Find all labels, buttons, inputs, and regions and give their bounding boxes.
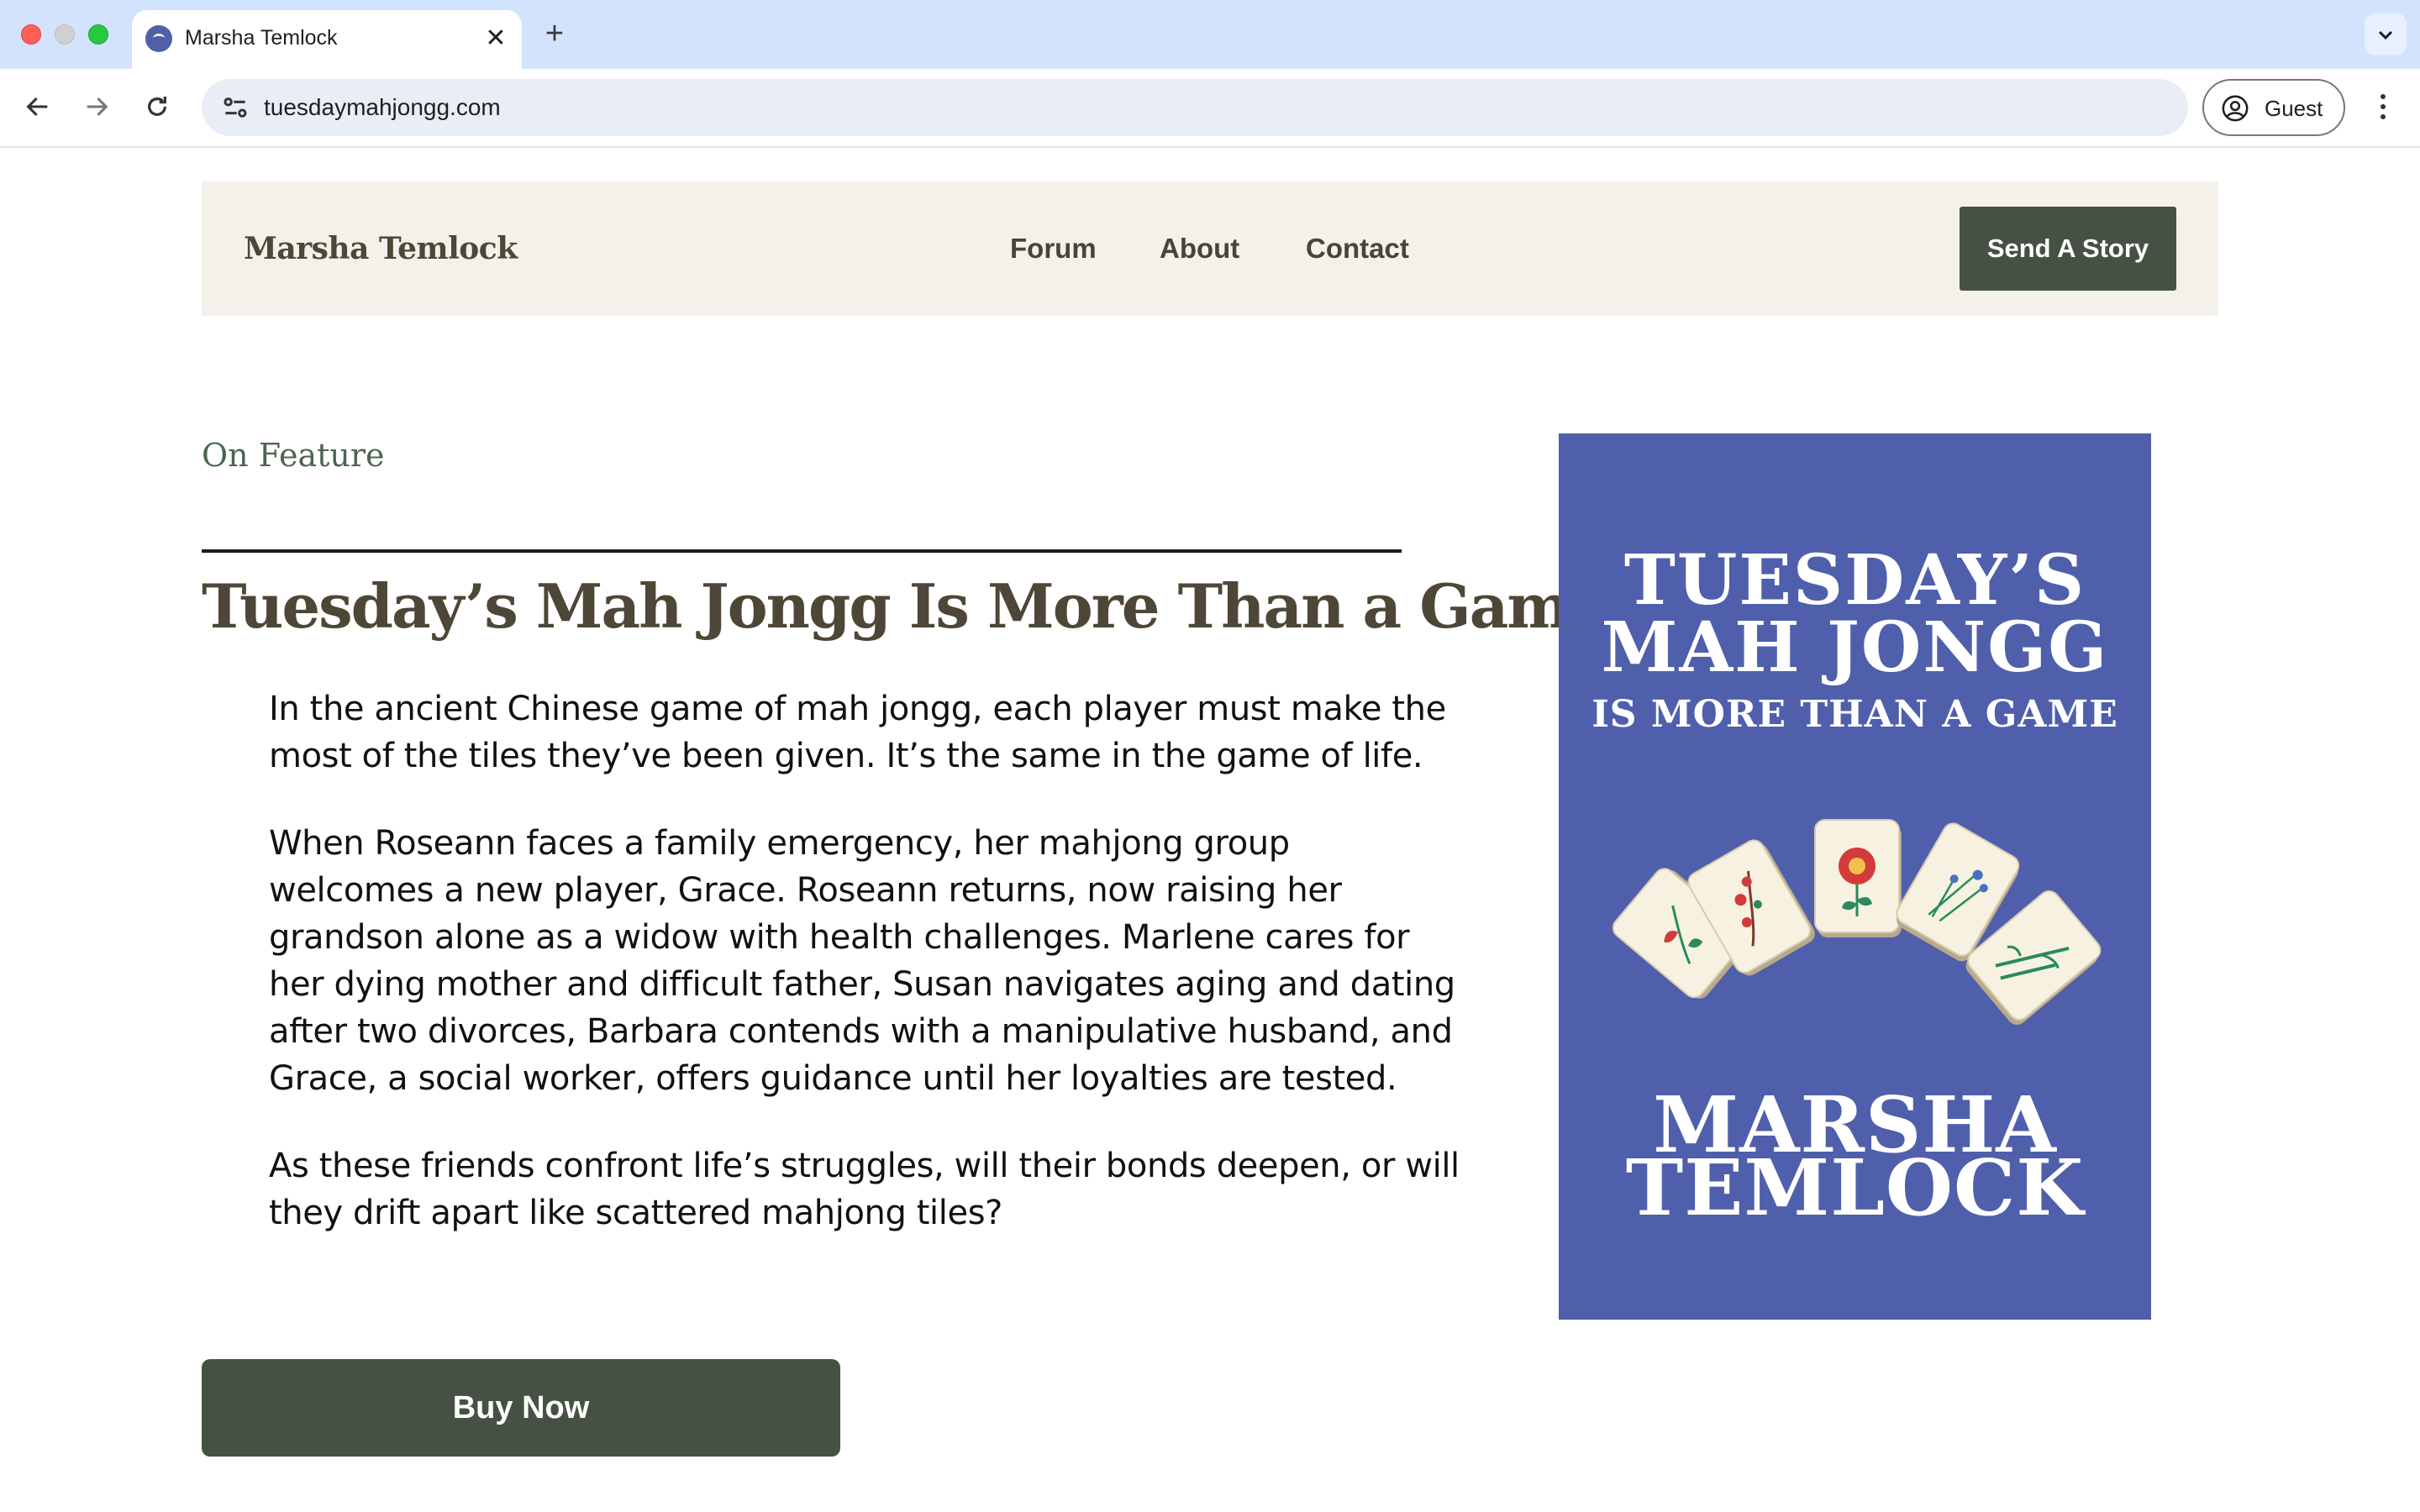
book-cover: TUESDAY’S MAH JONGG IS MORE THAN A GAME: [1559, 433, 2151, 1320]
active-tab[interactable]: Marsha Temlock ✕: [132, 10, 522, 69]
nav-about[interactable]: About: [1160, 225, 1239, 272]
browser-menu-icon[interactable]: [2366, 86, 2400, 128]
tab-strip: Marsha Temlock ✕ +: [0, 0, 2420, 69]
profile-icon: [2222, 95, 2249, 122]
address-bar[interactable]: tuesdaymahjongg.com: [202, 79, 2188, 136]
send-a-story-button[interactable]: Send A Story: [1960, 207, 2176, 291]
tab-title: Marsha Temlock: [185, 26, 338, 50]
mahjong-tile: [1814, 819, 1902, 938]
nav-forum[interactable]: Forum: [1010, 225, 1097, 272]
mahjong-tiles-illustration: [1608, 819, 2107, 1030]
back-arrow-icon[interactable]: [17, 86, 59, 128]
url-text: tuesdaymahjongg.com: [264, 94, 501, 120]
reload-icon[interactable]: [136, 86, 178, 128]
feature-description: In the ancient Chinese game of mah jongg…: [269, 685, 1462, 1277]
cover-title-line: MAH JONGG: [1601, 607, 2109, 688]
minimize-window-button[interactable]: [55, 24, 75, 45]
new-tab-button[interactable]: +: [538, 17, 571, 50]
feature-title: Tuesday’s Mah Jongg Is More Than a Game: [202, 570, 1607, 642]
cover-subtitle: IS MORE THAN A GAME: [1591, 693, 2118, 736]
tab-close-icon[interactable]: ✕: [481, 24, 510, 53]
description-paragraph: As these friends confront life’s struggl…: [269, 1147, 1460, 1232]
profile-label: Guest: [2265, 96, 2323, 121]
tab-search-chevron-icon[interactable]: [2365, 13, 2407, 55]
site-header: Marsha Temlock Forum About Contact Send …: [202, 181, 2218, 316]
forward-arrow-icon[interactable]: [76, 86, 118, 128]
profile-button[interactable]: Guest: [2202, 79, 2345, 136]
buy-now-button[interactable]: Buy Now: [202, 1359, 840, 1457]
description-paragraph: When Roseann faces a family emergency, h…: [269, 824, 1455, 1098]
description-paragraph: In the ancient Chinese game of mah jongg…: [269, 690, 1446, 775]
divider: [202, 549, 1402, 553]
close-window-button[interactable]: [21, 24, 41, 45]
feature-kicker: On Feature: [202, 437, 385, 474]
nav-contact[interactable]: Contact: [1306, 225, 1409, 272]
browser-toolbar: tuesdaymahjongg.com Guest: [0, 69, 2420, 148]
cover-author-line: TEMLOCK: [1625, 1142, 2085, 1233]
site-brand[interactable]: Marsha Temlock: [244, 225, 518, 272]
site-favicon-icon: [145, 25, 172, 52]
site-info-icon[interactable]: [218, 91, 252, 124]
maximize-window-button[interactable]: [88, 24, 108, 45]
